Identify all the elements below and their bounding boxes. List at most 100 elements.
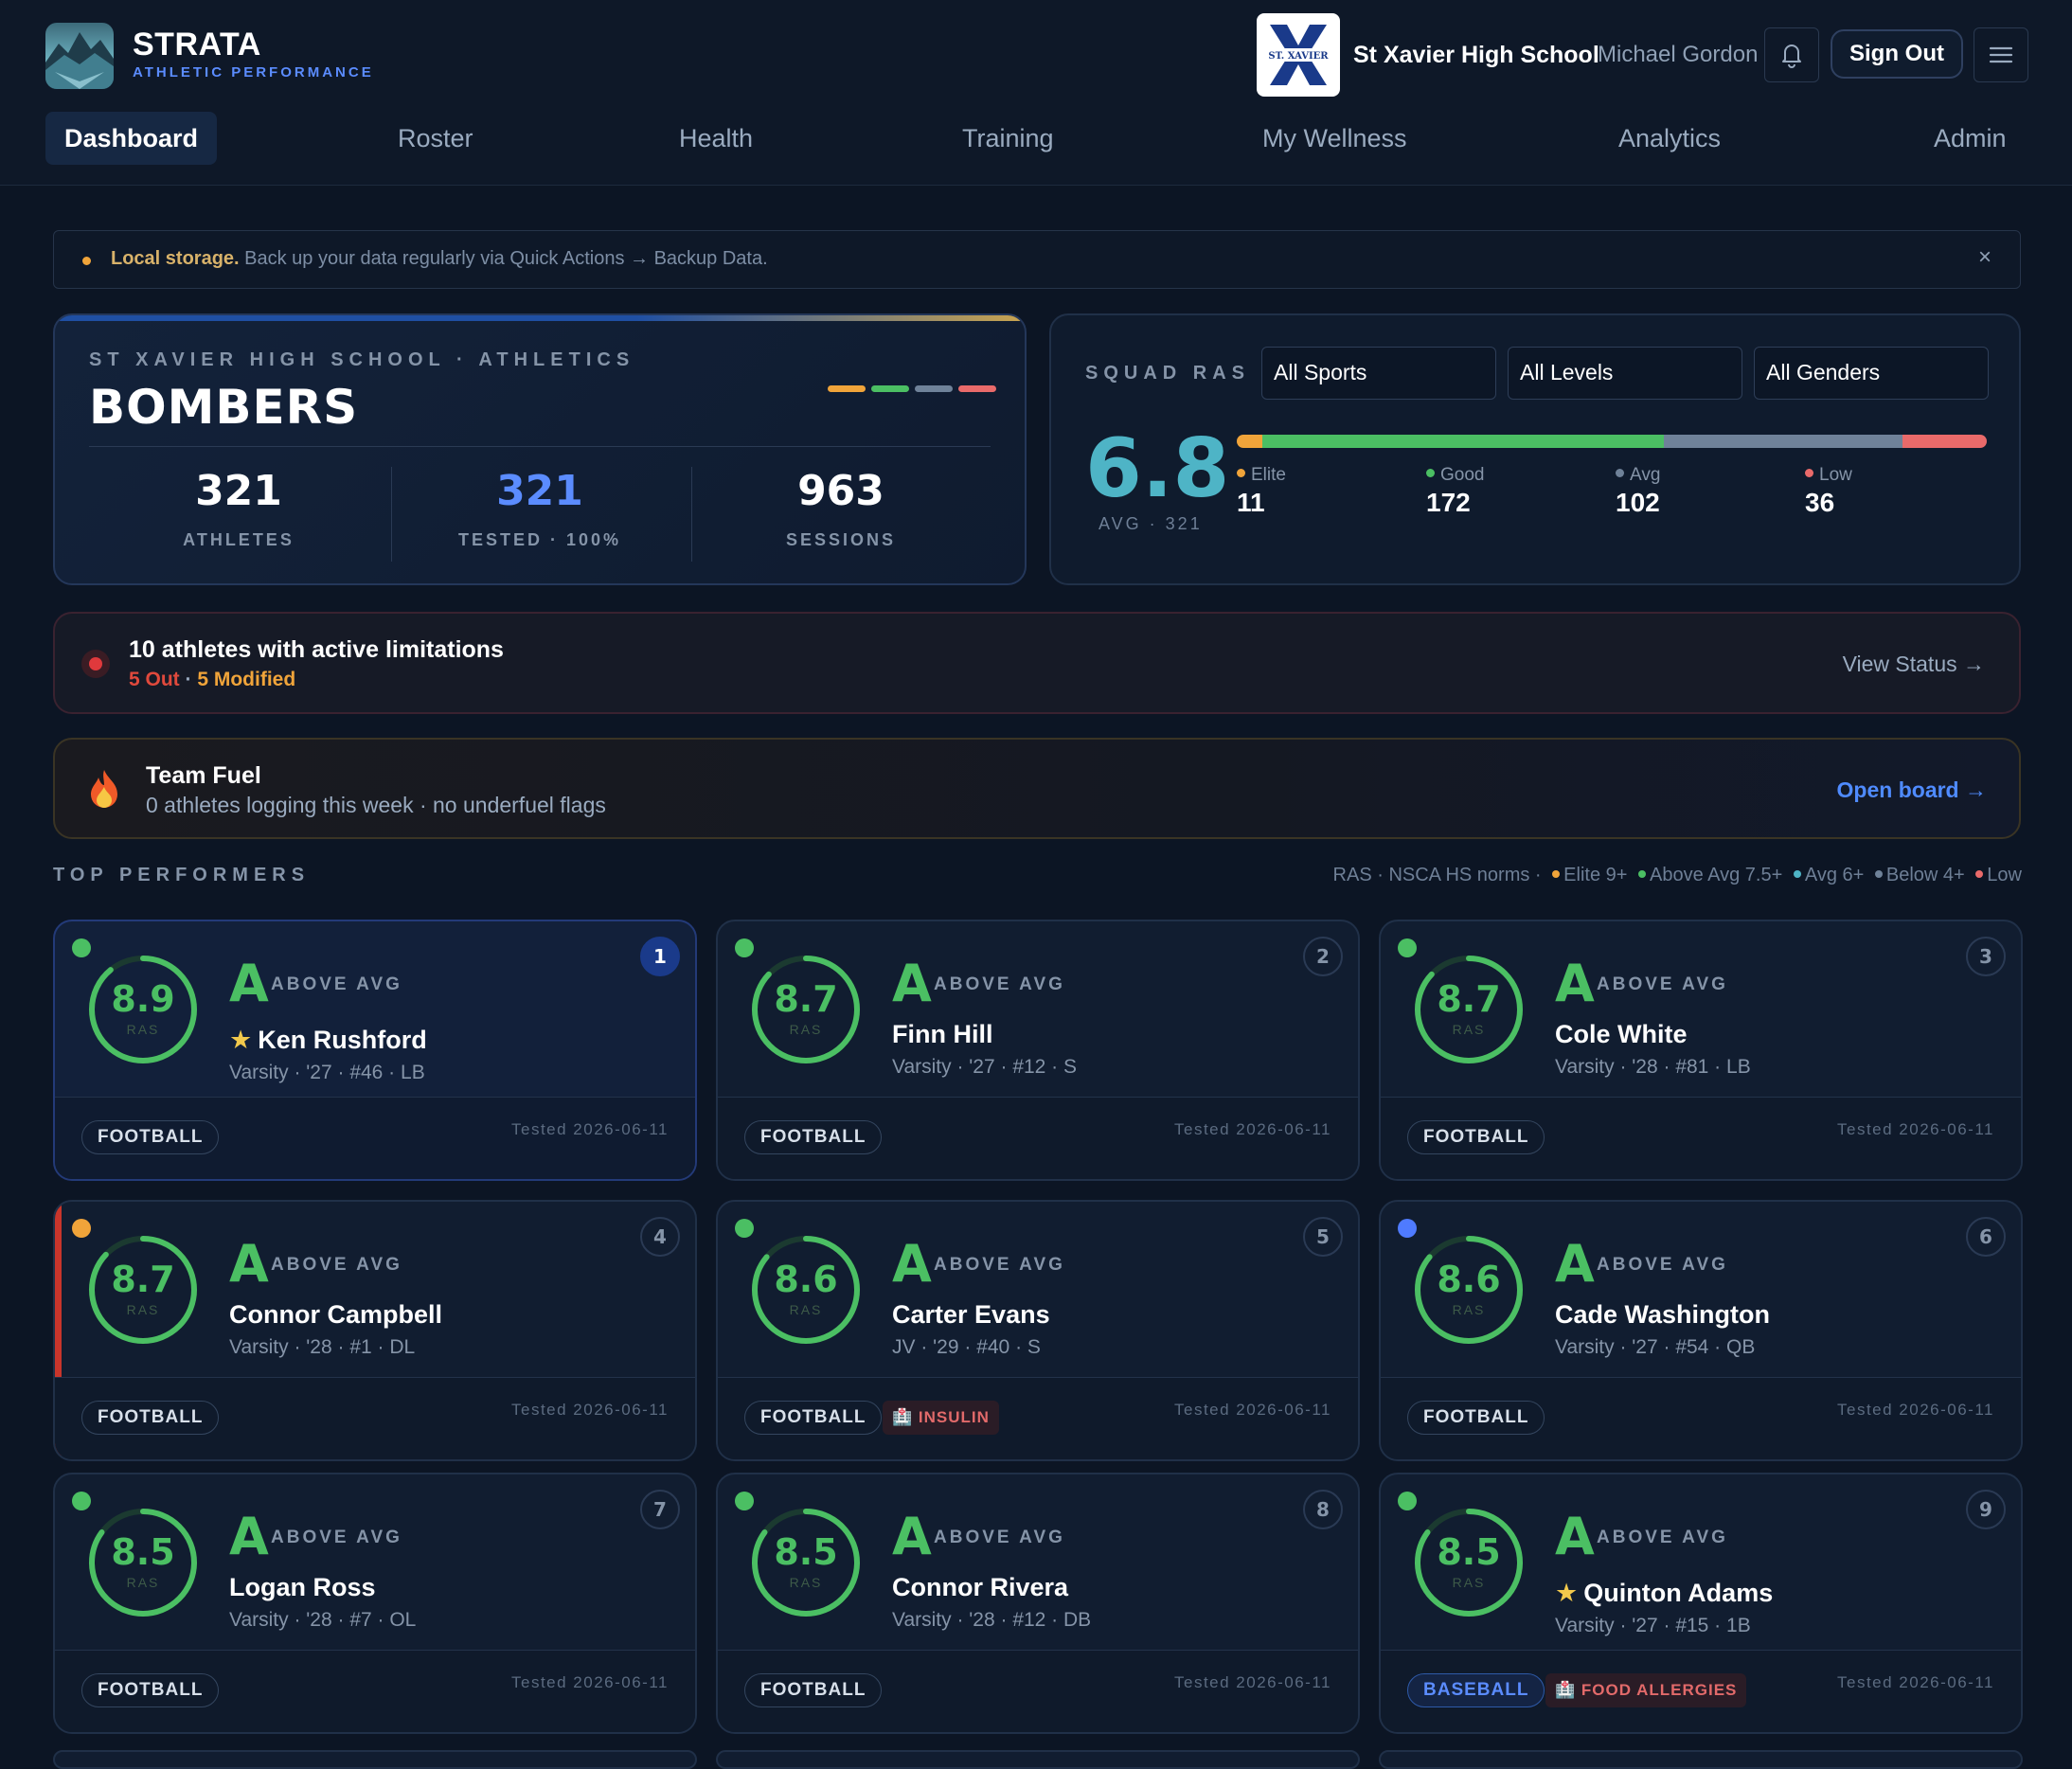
athlete-name[interactable]: Cole White xyxy=(1555,1020,1688,1049)
sport-tag[interactable]: FOOTBALL xyxy=(81,1120,220,1154)
ras-bar-segment-good xyxy=(1262,435,1665,448)
athlete-name[interactable]: Cade Washington xyxy=(1555,1300,1770,1330)
nav-my-wellness[interactable]: My Wellness xyxy=(1262,112,1407,165)
athlete-meta: Varsity · '28 · #81 · LB xyxy=(1555,1056,1751,1078)
user-name[interactable]: Michael Gordon xyxy=(1598,42,1758,68)
legend-prefix: RAS · NSCA HS norms · xyxy=(1332,865,1542,885)
performer-card[interactable]: 8.6 RAS A ABOVE AVG Cade Washington Varsity ·… xyxy=(1379,1200,2023,1461)
ras-label: RAS xyxy=(1452,1302,1486,1317)
team-kicker: ST XAVIER HIGH SCHOOL · ATHLETICS xyxy=(89,349,635,370)
tier-label: Elite xyxy=(1251,465,1286,485)
stat-label: TESTED · 100% xyxy=(457,530,622,549)
athlete-name-text: Carter Evans xyxy=(892,1300,1050,1329)
grade-letter: A xyxy=(1555,1234,1595,1294)
rank-badge: 6 xyxy=(1966,1217,2006,1257)
athlete-name-text: Ken Rushford xyxy=(258,1026,427,1054)
top-performers-title: TOP PERFORMERS xyxy=(53,865,311,885)
team-accent-line xyxy=(55,315,1025,321)
ras-bar-segment-elite xyxy=(1237,435,1263,448)
tested-date: Tested 2026-06-11 xyxy=(1173,1401,1331,1419)
level-filter-select[interactable]: All Levels xyxy=(1508,347,1742,400)
open-board-link[interactable]: Open board → xyxy=(1837,777,1987,803)
performer-card[interactable]: 8.7 RAS A ABOVE AVG Finn Hill Varsity · '27 ·… xyxy=(716,920,1360,1181)
tier-value: 102 xyxy=(1616,488,1660,517)
nav-analytics[interactable]: Analytics xyxy=(1618,112,1721,165)
athlete-name-text: Connor Rivera xyxy=(892,1573,1069,1601)
stat-value: 963 xyxy=(797,467,884,515)
ras-bar-segment-low xyxy=(1902,435,1987,448)
card-footer: BASEBALL 🏥 FOOD ALLERGIES Tested 2026-06-1… xyxy=(1381,1650,2021,1732)
ras-score: 8.5 xyxy=(111,1531,175,1573)
performer-card[interactable]: 8.5 RAS A ABOVE AVG Connor Rivera Varsity · '… xyxy=(716,1473,1360,1734)
sport-tag[interactable]: BASEBALL xyxy=(1407,1673,1545,1707)
stat-sessions[interactable]: 963 SESSIONS xyxy=(691,467,991,550)
rank-badge: 4 xyxy=(640,1217,680,1257)
tier-label: ABOVE AVG xyxy=(271,974,402,994)
stat-athletes[interactable]: 321 ATHLETES xyxy=(89,467,388,550)
athlete-meta: Varsity · '28 · #7 · OL xyxy=(229,1609,417,1631)
rank-badge: 8 xyxy=(1303,1490,1343,1529)
team-fuel-sub: 0 athletes logging this week · no underf… xyxy=(146,793,606,817)
athlete-name[interactable]: ★ Quinton Adams xyxy=(1555,1579,1773,1608)
sign-out-button[interactable]: Sign Out xyxy=(1831,29,1963,79)
strata-logo-icon[interactable] xyxy=(45,23,114,89)
athlete-meta: Varsity · '27 · #54 · QB xyxy=(1555,1336,1756,1358)
athlete-name[interactable]: Carter Evans xyxy=(892,1300,1050,1330)
limitations-title: 10 athletes with active limitations xyxy=(129,636,504,663)
stat-label: ATHLETES xyxy=(183,530,295,549)
ras-label: RAS xyxy=(789,1575,823,1590)
card-footer: FOOTBALL Tested 2026-06-11 xyxy=(55,1650,695,1732)
view-status-link[interactable]: View Status → xyxy=(1843,652,1985,677)
card-footer: FOOTBALL Tested 2026-06-11 xyxy=(718,1097,1358,1179)
gender-filter-select[interactable]: All Genders xyxy=(1754,347,1989,400)
stat-tested[interactable]: 321 TESTED · 100% xyxy=(390,467,689,550)
ras-label: RAS xyxy=(1452,1022,1486,1037)
athlete-name[interactable]: Connor Rivera xyxy=(892,1573,1068,1602)
close-icon[interactable]: × xyxy=(1978,244,1992,271)
performer-card[interactable]: 8.5 RAS A ABOVE AVG ★ Quinton Adams Varsity · … xyxy=(1379,1473,2023,1734)
tested-date: Tested 2026-06-11 xyxy=(510,1673,669,1691)
performer-card[interactable]: 8.7 RAS A ABOVE AVG Cole White Varsity · '28 … xyxy=(1379,920,2023,1181)
notifications-button[interactable] xyxy=(1764,27,1819,82)
performer-card[interactable]: 8.9 RAS A ABOVE AVG ★ Ken Rushford Varsity · '… xyxy=(53,920,697,1181)
sport-tag[interactable]: FOOTBALL xyxy=(744,1120,883,1154)
nav-training[interactable]: Training xyxy=(962,112,1054,165)
athlete-meta: JV · '29 · #40 · S xyxy=(892,1336,1041,1358)
nav-roster[interactable]: Roster xyxy=(398,112,473,165)
athlete-name[interactable]: ★ Ken Rushford xyxy=(229,1026,427,1055)
tier-label: ABOVE AVG xyxy=(1597,1528,1728,1547)
nav-admin[interactable]: Admin xyxy=(1934,112,2007,165)
ras-score: 8.7 xyxy=(774,978,838,1020)
nav-health[interactable]: Health xyxy=(679,112,753,165)
performer-card[interactable]: 8.7 RAS A ABOVE AVG Connor Campbell Varsity ·… xyxy=(53,1200,697,1461)
medical-icon: 🏥 xyxy=(1555,1681,1581,1699)
limitations-alert[interactable]: 10 athletes with active limitations 5 Ou… xyxy=(53,612,2021,714)
athlete-name[interactable]: Logan Ross xyxy=(229,1573,376,1602)
card-footer: FOOTBALL 🏥 INSULIN Tested 2026-06-11 xyxy=(718,1377,1358,1459)
athlete-name[interactable]: Finn Hill xyxy=(892,1020,992,1049)
performer-card[interactable]: 8.6 RAS A ABOVE AVG Carter Evans JV · '29 · #… xyxy=(716,1200,1360,1461)
sport-filter-select[interactable]: All Sports xyxy=(1261,347,1496,400)
nav-dashboard[interactable]: Dashboard xyxy=(45,112,218,165)
ras-score: 8.6 xyxy=(1437,1259,1501,1300)
sport-tag[interactable]: FOOTBALL xyxy=(744,1673,883,1707)
rank-badge: 5 xyxy=(1303,1217,1343,1257)
performer-card-peek xyxy=(1379,1750,2023,1769)
sport-tag[interactable]: FOOTBALL xyxy=(1407,1120,1545,1154)
team-color-bars xyxy=(822,380,996,397)
tested-date: Tested 2026-06-11 xyxy=(510,1401,669,1419)
athlete-name[interactable]: Connor Campbell xyxy=(229,1300,442,1330)
squad-avg-sub: AVG · 321 xyxy=(1099,514,1203,533)
ras-score: 8.5 xyxy=(1437,1531,1501,1573)
team-fuel-card[interactable]: Team Fuel 0 athletes logging this week ·… xyxy=(53,738,2021,839)
sport-tag[interactable]: FOOTBALL xyxy=(1407,1401,1545,1435)
sport-tag[interactable]: FOOTBALL xyxy=(81,1401,220,1435)
sport-tag[interactable]: FOOTBALL xyxy=(81,1673,220,1707)
ras-label: RAS xyxy=(126,1575,160,1590)
medical-flag-text: INSULIN xyxy=(918,1408,990,1426)
menu-button[interactable] xyxy=(1974,27,2028,82)
performer-card[interactable]: 8.5 RAS A ABOVE AVG Logan Ross Varsity · '28 … xyxy=(53,1473,697,1734)
sport-tag[interactable]: FOOTBALL xyxy=(744,1401,883,1435)
rank-badge: 1 xyxy=(640,937,680,976)
athlete-meta: Varsity · '27 · #15 · 1B xyxy=(1555,1615,1751,1636)
